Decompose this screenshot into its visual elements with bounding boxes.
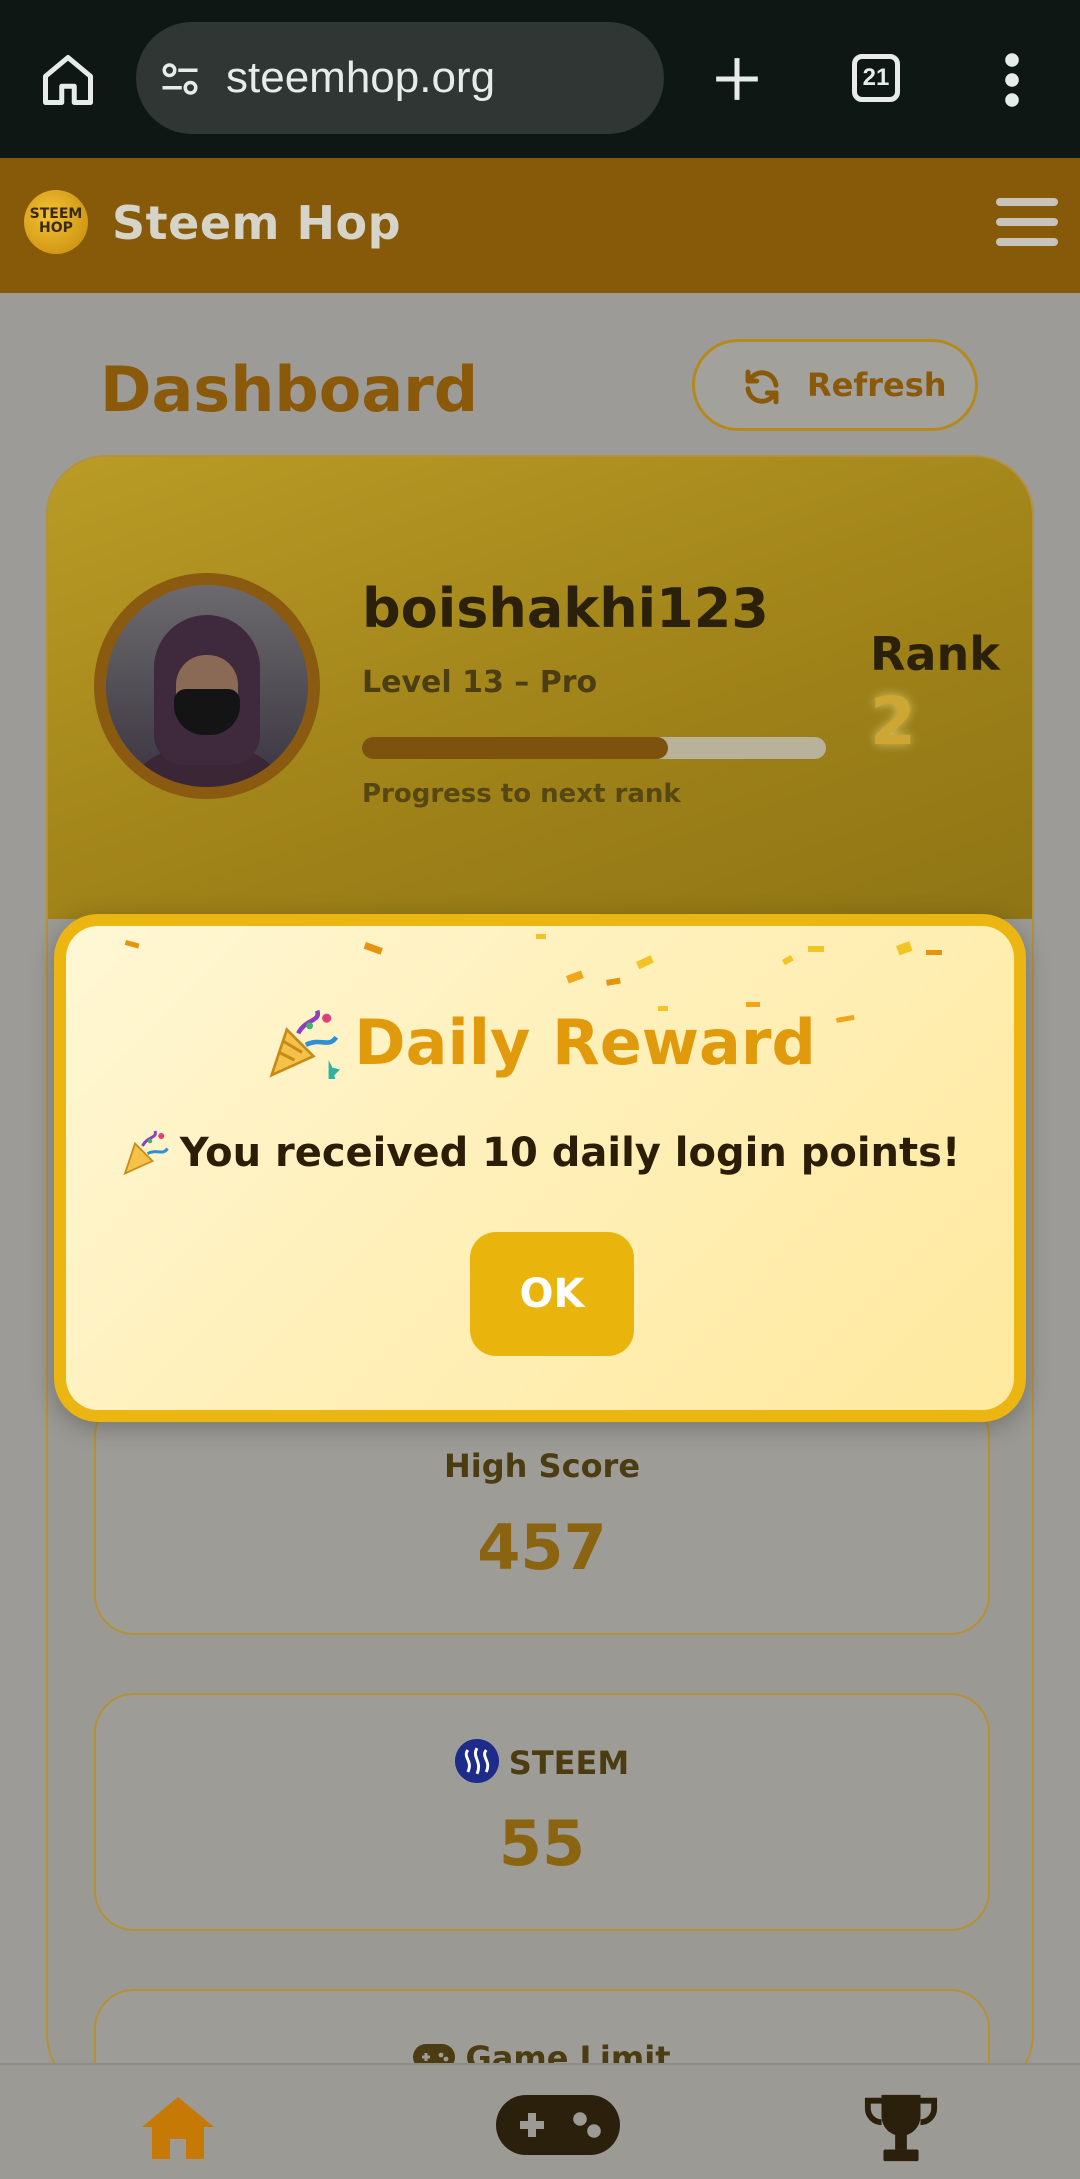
ok-button[interactable]: OK [470,1232,634,1356]
avatar [94,573,320,799]
rank-label: Rank [870,627,1000,681]
high-score-value: 457 [477,1511,607,1584]
modal-message: You received 10 daily login points! [179,1130,961,1176]
home-icon[interactable] [138,2093,218,2163]
rank-progress-bar [362,737,826,759]
modal-body: Daily Reward You received 10 daily login… [66,926,1014,1410]
app-header: STEEM HOP Steem Hop [0,158,1080,293]
rank-progress-fill [362,737,669,759]
refresh-icon [745,369,779,405]
bottom-navigation [0,2063,1080,2179]
level-text: Level 13 – Pro [362,665,598,700]
progress-label: Progress to next rank [362,779,681,809]
gamepad-icon[interactable] [496,2095,620,2155]
site-settings-icon[interactable] [158,58,202,100]
steem-icon [454,1739,499,1783]
party-popper-icon [269,1009,341,1079]
more-icon[interactable] [998,52,1026,108]
browser-toolbar: steemhop.org 21 [0,0,1080,158]
plus-icon[interactable] [712,54,762,104]
steem-value: 55 [498,1807,586,1880]
modal-message-row: You received 10 daily login points! [66,1130,1014,1180]
steem-label-row: STEEM [96,1739,988,1787]
page-title: Dashboard [100,353,479,426]
modal-title: Daily Reward [354,1006,816,1079]
menu-icon[interactable] [996,198,1058,254]
username: boishakhi123 [362,577,769,640]
party-popper-icon [123,1130,169,1176]
steem-label: STEEM [508,1744,630,1782]
daily-reward-modal: Daily Reward You received 10 daily login… [54,914,1026,1422]
steem-card: STEEM 55 [94,1693,990,1931]
logo-text: STEEM HOP [29,206,83,236]
logo[interactable]: STEEM HOP [24,190,88,254]
refresh-button[interactable]: Refresh [692,339,978,431]
trophy-icon[interactable] [862,2089,940,2167]
modal-title-row: Daily Reward [66,1006,1014,1085]
home-icon[interactable] [38,50,98,110]
brand-name[interactable]: Steem Hop [112,196,401,250]
high-score-label: High Score [443,1447,641,1485]
rank-value: 2 [870,683,916,760]
refresh-label: Refresh [807,366,947,404]
url-text: steemhop.org [226,53,496,102]
high-score-card: High Score 457 [94,1397,990,1635]
address-bar[interactable]: steemhop.org [136,22,664,134]
tabs-icon[interactable]: 21 [852,54,900,102]
profile-section: boishakhi123 Level 13 – Pro Progress to … [48,457,1032,919]
